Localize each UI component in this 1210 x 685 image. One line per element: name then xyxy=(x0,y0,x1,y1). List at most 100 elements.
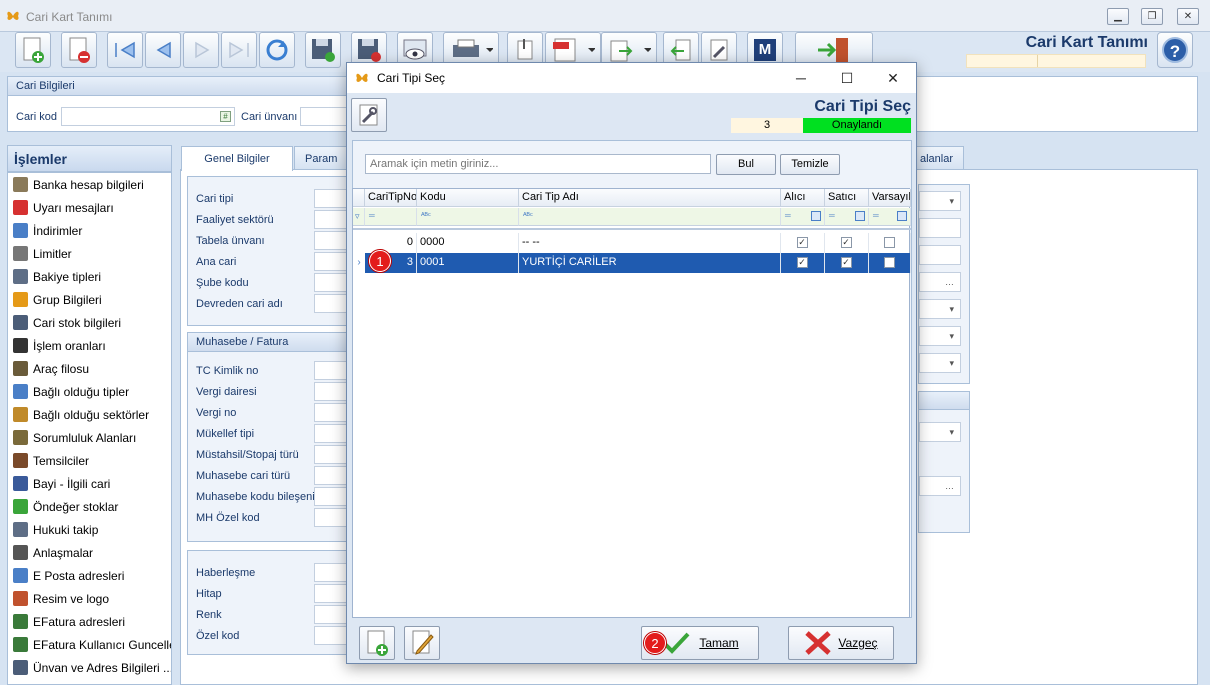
next-record-button[interactable] xyxy=(183,32,219,68)
sidebar-item-4[interactable]: Limitler xyxy=(8,242,171,265)
filter-icon[interactable]: ▿ xyxy=(353,208,365,226)
agreement-icon xyxy=(13,545,28,560)
sidebar-item-9[interactable]: Araç filosu xyxy=(8,357,171,380)
sidebar-item-5[interactable]: Bakiye tipleri xyxy=(8,265,171,288)
checkbox[interactable] xyxy=(883,257,895,268)
filter-cell-3[interactable]: ᴬᴮᶜ xyxy=(519,208,781,226)
vazgec-button[interactable]: Vazgeç xyxy=(788,626,894,660)
checkbox[interactable] xyxy=(883,237,895,248)
cell-varsayilan-checkbox[interactable] xyxy=(869,233,911,253)
column-header-6[interactable]: Varsayıla xyxy=(869,189,911,207)
right-input-9[interactable]: … xyxy=(919,476,961,496)
sidebar-item-14[interactable]: Bayi - İlgili cari xyxy=(8,472,171,495)
restore-button[interactable]: ❐ xyxy=(1141,8,1163,25)
sidebar-item-22[interactable]: Ünvan ve Adres Bilgileri ... xyxy=(8,656,171,679)
edit-button[interactable] xyxy=(404,626,440,660)
checkbox[interactable]: ✓ xyxy=(840,257,852,268)
cell-alici-checkbox[interactable]: ✓ xyxy=(781,253,825,273)
sidebar-item-13[interactable]: Temsilciler xyxy=(8,449,171,472)
dialog-maximize-button[interactable]: ☐ xyxy=(824,63,870,93)
checkbox[interactable]: ✓ xyxy=(796,237,808,248)
column-header-3[interactable]: Cari Tip Adı xyxy=(519,189,781,207)
genel-label-5: Şube kodu xyxy=(196,277,249,289)
sidebar-item-19[interactable]: Resim ve logo xyxy=(8,587,171,610)
dialog-tools-button[interactable] xyxy=(351,98,387,132)
last-record-button[interactable] xyxy=(221,32,257,68)
previous-record-button[interactable] xyxy=(145,32,181,68)
sidebar-item-1[interactable]: Banka hesap bilgileri xyxy=(8,173,171,196)
sidebar-item-7[interactable]: Cari stok bilgileri xyxy=(8,311,171,334)
sidebar-item-10[interactable]: Bağlı olduğu tipler xyxy=(8,380,171,403)
cari-kod-input[interactable]: # xyxy=(61,107,235,126)
search-input[interactable] xyxy=(365,154,711,174)
filter-menu-icon[interactable] xyxy=(855,211,865,221)
filter-menu-icon[interactable] xyxy=(897,211,907,221)
help-button[interactable]: ? xyxy=(1157,32,1193,68)
sidebar-item-18[interactable]: E Posta adresleri xyxy=(8,564,171,587)
delete-record-button[interactable] xyxy=(61,32,97,68)
save-button[interactable] xyxy=(305,32,341,68)
checkbox[interactable]: ✓ xyxy=(840,237,852,248)
cari-tipi-sec-dialog: Cari Tipi Seç ─ ☐ ✕ Cari Tipi Seç 3 Onay… xyxy=(346,62,917,664)
cell-kodu: 0001 xyxy=(417,253,519,273)
warning-icon xyxy=(13,200,28,215)
last-icon xyxy=(229,41,249,59)
first-record-button[interactable] xyxy=(107,32,143,68)
close-button[interactable]: ✕ xyxy=(1177,8,1199,25)
sidebar-item-20[interactable]: EFatura adresleri xyxy=(8,610,171,633)
refresh-button[interactable] xyxy=(259,32,295,68)
search-button[interactable]: Bul xyxy=(716,154,776,175)
sidebar-item-11[interactable]: Bağlı olduğu sektörler xyxy=(8,403,171,426)
new-record-button[interactable] xyxy=(15,32,51,68)
sidebar-item-21[interactable]: EFatura Kullanıcı Guncelle xyxy=(8,633,171,656)
right-input-2[interactable] xyxy=(919,218,961,238)
add-button[interactable] xyxy=(359,626,395,660)
column-header-2[interactable]: Kodu xyxy=(417,189,519,207)
tamam-label: Tamam xyxy=(699,636,739,650)
right-select-7[interactable]: ▾ xyxy=(919,353,961,373)
filter-cell-5[interactable]: ═ xyxy=(825,208,869,226)
tab-genel-bilgiler[interactable]: Genel Bilgiler xyxy=(181,146,293,171)
filter-cell-4[interactable]: ═ xyxy=(781,208,825,226)
sidebar-item-8[interactable]: İşlem oranları xyxy=(8,334,171,357)
filter-cell-1[interactable]: ═ xyxy=(365,208,417,226)
column-header-4[interactable]: Alıcı xyxy=(781,189,825,207)
cell-alici-checkbox[interactable]: ✓ xyxy=(781,233,825,253)
column-header-5[interactable]: Satıcı xyxy=(825,189,869,207)
tab-parametreler[interactable]: Param xyxy=(294,146,348,170)
dialog-close-button[interactable]: ✕ xyxy=(870,63,916,93)
right-select-6[interactable]: ▾ xyxy=(919,326,961,346)
cell-satici-checkbox[interactable]: ✓ xyxy=(825,253,869,273)
sidebar-item-2[interactable]: Uyarı mesajları xyxy=(8,196,171,219)
right-input-4[interactable]: … xyxy=(919,272,961,292)
cell-satici-checkbox[interactable]: ✓ xyxy=(825,233,869,253)
cell-varsayilan-checkbox[interactable] xyxy=(869,253,911,273)
dialog-minimize-button[interactable]: ─ xyxy=(778,63,824,93)
sidebar-item-6[interactable]: Grup Bilgileri xyxy=(8,288,171,311)
filter-menu-icon[interactable] xyxy=(811,211,821,221)
column-header-1[interactable]: CariTipNo xyxy=(365,189,417,207)
sidebar-item-15[interactable]: Öndeğer stoklar xyxy=(8,495,171,518)
sidebar-item-16[interactable]: Hukuki takip xyxy=(8,518,171,541)
image-icon xyxy=(13,591,28,606)
sidebar-item-label: Uyarı mesajları xyxy=(33,200,114,215)
sidebar-item-label: EFatura adresleri xyxy=(33,614,126,629)
filter-cell-2[interactable]: ᴬᴮᶜ xyxy=(417,208,519,226)
sidebar-item-17[interactable]: Anlaşmalar xyxy=(8,541,171,564)
clear-button[interactable]: Temizle xyxy=(780,154,840,175)
table-row[interactable]: 0 0000 -- -- ✓ ✓ xyxy=(365,233,911,253)
sidebar-item-12[interactable]: Sorumluluk Alanları xyxy=(8,426,171,449)
sidebar-item-3[interactable]: İndirimler xyxy=(8,219,171,242)
minimize-button[interactable]: ▁ xyxy=(1107,8,1129,25)
checkbox[interactable]: ✓ xyxy=(796,257,808,268)
filter-cell-6[interactable]: ═ xyxy=(869,208,911,226)
cell-adi: -- -- xyxy=(519,233,781,253)
right-select-1[interactable]: ▾ xyxy=(919,191,961,211)
right-select-5[interactable]: ▾ xyxy=(919,299,961,319)
sidebar-item-label: İndirimler xyxy=(33,223,83,238)
right-select-8[interactable]: ▾ xyxy=(919,422,961,442)
cari-unvani-input[interactable] xyxy=(300,107,348,126)
table-row[interactable]: 3 0001 YURTİÇİ CARİLER ✓ ✓ xyxy=(365,253,911,273)
right-input-3[interactable] xyxy=(919,245,961,265)
lookup-icon[interactable]: # xyxy=(220,111,231,122)
